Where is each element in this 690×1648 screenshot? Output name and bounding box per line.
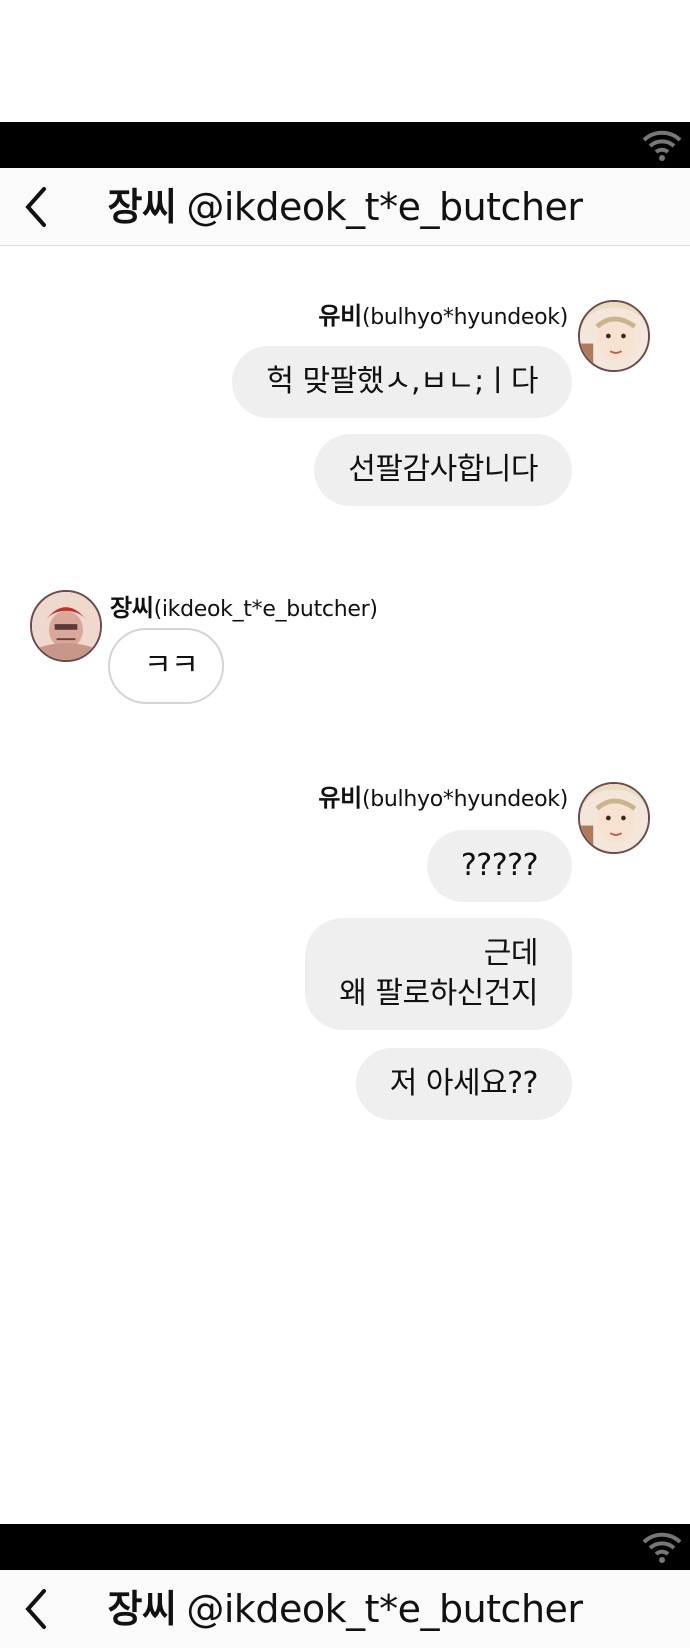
chat-header: 장씨 @ikdeok_t*e_butcher — [0, 168, 690, 246]
chat-title: 장씨 @ikdeok_t*e_butcher — [0, 168, 690, 246]
sender-label: 유비(bulhyo*hyundeok) — [318, 296, 568, 331]
sender-handle: (ikdeok_t*e_butcher) — [153, 597, 378, 622]
chat-header-bottom: 장씨 @ikdeok_t*e_butcher — [0, 1570, 690, 1648]
sender-label: 장씨(ikdeok_t*e_butcher) — [110, 588, 378, 623]
sender-handle: (bulhyo*hyundeok) — [361, 787, 568, 812]
message-bubble[interactable]: 저 아세요?? — [355, 1048, 572, 1120]
message-bubble[interactable]: ????? — [426, 830, 572, 902]
chat-title-name: 장씨 — [107, 185, 177, 229]
sender-name: 유비 — [318, 302, 362, 330]
status-bar-bottom — [0, 1524, 690, 1570]
message-bubble[interactable]: 근데 왜 팔로하신건지 — [305, 918, 572, 1030]
message-bubble[interactable]: 헉 맞팔했ㅅ,ㅂㄴ;ㅣ다 — [232, 346, 572, 418]
avatar-jangssi[interactable] — [30, 590, 102, 662]
chat-title: 장씨 @ikdeok_t*e_butcher — [0, 1570, 690, 1648]
wifi-icon — [642, 130, 682, 161]
message-bubble[interactable]: 선팔감사합니다 — [314, 434, 572, 506]
wifi-icon — [642, 1532, 682, 1563]
chat-title-handle: @ikdeok_t*e_butcher — [186, 185, 583, 229]
chat-title-handle: @ikdeok_t*e_butcher — [186, 1587, 583, 1631]
message-bubble[interactable]: ㅋㅋ — [108, 628, 224, 704]
avatar-yubi[interactable] — [578, 300, 650, 372]
status-bar — [0, 122, 690, 168]
sender-name: 장씨 — [110, 594, 154, 622]
sender-name: 유비 — [318, 784, 362, 812]
sender-handle: (bulhyo*hyundeok) — [361, 305, 568, 330]
avatar-yubi[interactable] — [578, 782, 650, 854]
sender-label: 유비(bulhyo*hyundeok) — [318, 778, 568, 813]
chat-title-name: 장씨 — [107, 1587, 177, 1631]
